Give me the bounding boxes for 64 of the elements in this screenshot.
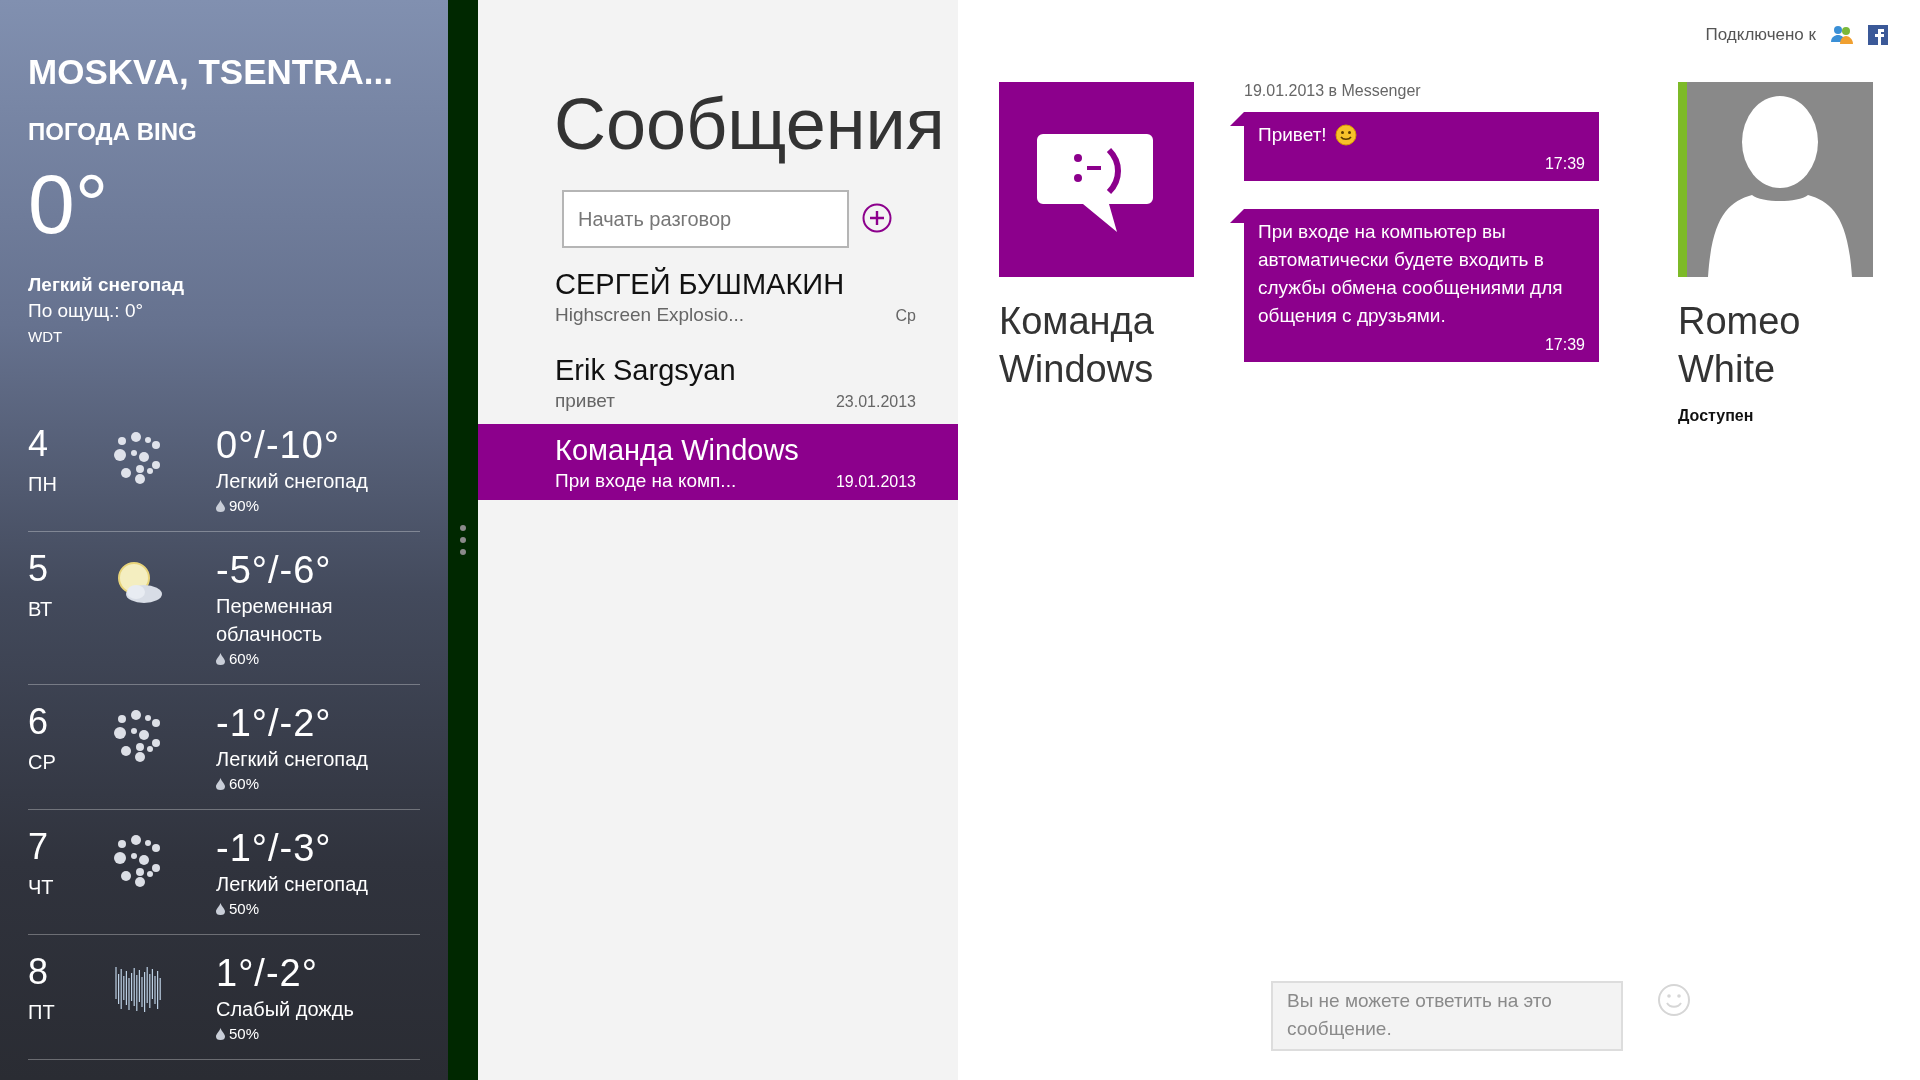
connected-label: Подключено к [1705, 25, 1816, 45]
weekday: ЧТ [28, 876, 55, 899]
people-icon [1830, 24, 1854, 46]
contact-name: Romeo White [1678, 299, 1802, 392]
forecast-condition: Легкий снегопад [216, 747, 369, 772]
message-time: 17:39 [1543, 336, 1585, 354]
social-logo-icon [1868, 25, 1888, 45]
message-date: 23.01.2013 [835, 393, 916, 411]
raindrop-icon [216, 902, 225, 915]
day-number: 7 [28, 826, 50, 868]
contact-name: СЕРГЕЙ БУШМАКИН [555, 266, 846, 302]
conversation-item[interactable]: СЕРГЕЙ БУШМАКИН Highscreen Explosio... Ср [478, 254, 958, 334]
day-number: 5 [28, 548, 50, 590]
app-title: ПОГОДА BING [28, 118, 198, 146]
message-preview: Highscreen Explosio... [555, 304, 745, 326]
forecast-condition: Слабый дождь [216, 997, 355, 1022]
weekday: ВТ [28, 598, 54, 621]
weekday: ПТ [28, 1001, 56, 1024]
smiley-icon [1334, 124, 1357, 146]
temperature-range: 1°/-2° [216, 951, 319, 995]
contact-status: Доступен [1678, 407, 1755, 425]
new-conversation-button[interactable] [862, 203, 894, 235]
day-number: 8 [28, 951, 50, 993]
search-field[interactable]: Начать разговор [562, 190, 849, 248]
precipitation-chance: 90% [229, 497, 260, 514]
message-date: 19.01.2013 [835, 473, 916, 491]
conversation-item[interactable]: Команда Windows При входе на комп... 19.01.2013 [478, 424, 958, 500]
precipitation-chance: 50% [229, 900, 260, 917]
raindrop-icon [216, 777, 225, 790]
current-condition: Легкий снегопад [28, 274, 185, 296]
precipitation-chance: 60% [229, 775, 260, 792]
weekday: СР [28, 751, 57, 774]
message-text: При входе на компьютер вы автоматически будете входить в службы обмена сообщениями для общения с друзьями. [1258, 220, 1564, 328]
contact-name: Erik Sargsyan [555, 353, 737, 388]
precipitation-chance: 60% [229, 650, 260, 667]
raindrop-icon [216, 1027, 225, 1040]
conversation-item[interactable]: Erik Sargsyan привет 23.01.2013 [478, 340, 958, 420]
temperature-range: -1°/-3° [216, 826, 333, 870]
message-text: Привет! [1258, 123, 1327, 147]
location-title: MOSKVA, TSENTRA... [28, 51, 394, 93]
message-time: 17:39 [1543, 155, 1585, 173]
weekday: ПН [28, 473, 58, 496]
forecast-condition: Переменная облачность [216, 594, 334, 647]
current-temperature: 0° [28, 158, 109, 250]
conversation-date: 19.01.2013 в Messenger [1244, 82, 1422, 100]
feels-like: По ощущ.: 0° [28, 300, 145, 322]
message-date: Ср [895, 307, 916, 325]
sender-name: Команда Windows [999, 299, 1155, 392]
temperature-range: -5°/-6° [216, 548, 333, 592]
message-preview: При входе на комп... [555, 470, 737, 492]
raindrop-icon [216, 499, 225, 512]
station-code: WDT [28, 328, 64, 345]
day-number: 4 [28, 423, 50, 465]
forecast-condition: Легкий снегопад [216, 872, 369, 897]
forecast-condition: Легкий снегопад [216, 469, 369, 494]
temperature-range: -1°/-2° [216, 701, 333, 745]
smiley-icon [1657, 983, 1691, 1017]
contact-name: Команда Windows [555, 433, 800, 468]
temperature-range: 0°/-10° [216, 423, 341, 467]
precipitation-chance: 50% [229, 1025, 260, 1042]
raindrop-icon [216, 652, 225, 665]
day-number: 6 [28, 701, 50, 743]
page-title: Сообщения [554, 83, 945, 166]
message-preview: привет [555, 390, 615, 412]
